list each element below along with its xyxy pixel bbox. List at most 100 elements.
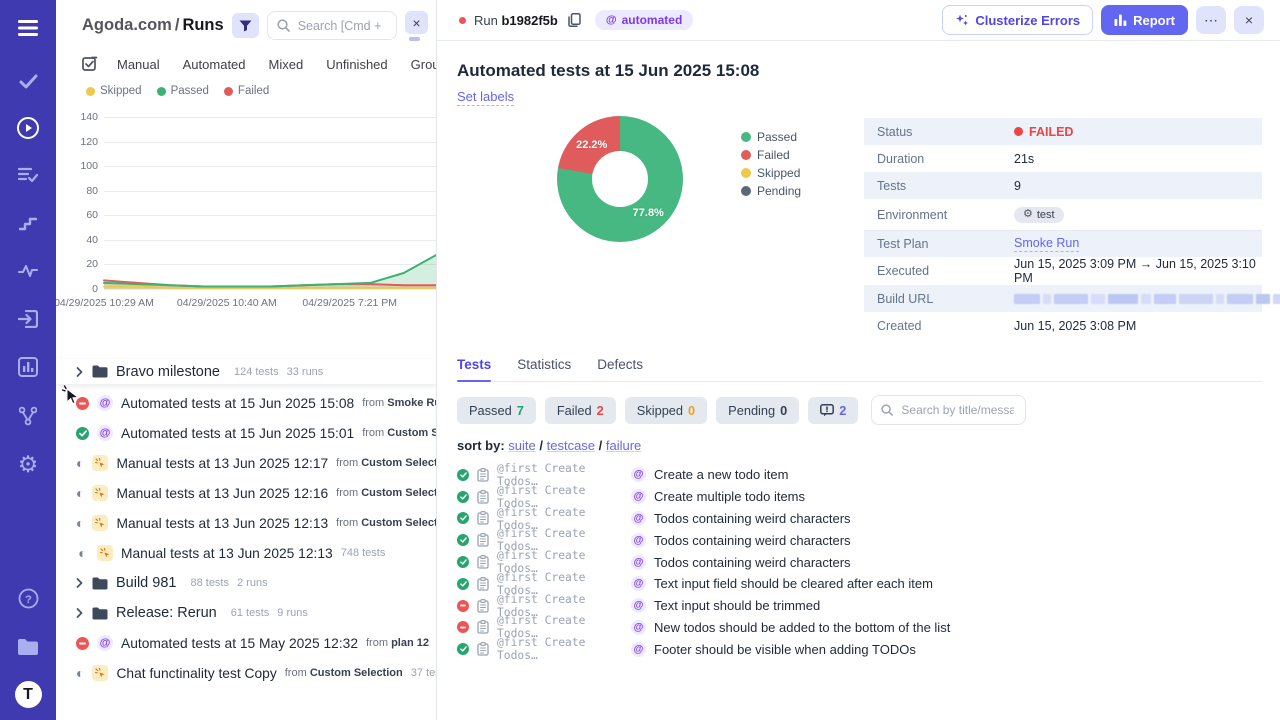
report-button[interactable]: Report: [1101, 5, 1188, 35]
pulse-icon[interactable]: [13, 256, 43, 286]
status-text: FAILED: [1029, 124, 1074, 139]
menu-icon[interactable]: [13, 13, 43, 43]
checklist-icon[interactable]: [82, 56, 98, 72]
tab-unfinished[interactable]: Unfinished: [326, 57, 387, 72]
sort-link-testcase[interactable]: testcase: [547, 438, 595, 453]
runs-play-icon[interactable]: [13, 113, 43, 143]
group-title: Bravo milestone: [116, 363, 220, 380]
run-list-item[interactable]: @ Automated tests at 15 Jun 2025 15:08 fro…: [56, 388, 436, 418]
tasks-check-icon[interactable]: [13, 66, 43, 96]
comment-icon: [820, 403, 835, 417]
filter-button[interactable]: [231, 13, 259, 38]
legend-item: Failed: [223, 85, 269, 97]
info-row: Status FAILED: [864, 118, 1262, 145]
test-list-item[interactable]: @first Create Todos… @ Create a new todo i…: [457, 462, 1262, 488]
filter-label: Failed: [556, 402, 592, 418]
help-icon[interactable]: ?: [13, 583, 43, 613]
passed-status-icon: [457, 577, 469, 590]
test-list-item[interactable]: @first Create Todos… @ New todos should be…: [457, 614, 1262, 640]
info-label: Executed: [877, 264, 930, 278]
filter-pill-pending[interactable]: Pending 0: [716, 396, 800, 424]
filter-pill-failed[interactable]: Failed 2: [544, 396, 616, 424]
test-list-item[interactable]: @first Create Todos… @ Todos containing we…: [457, 506, 1262, 532]
runs-group-row[interactable]: Build 981 88 tests 2 runs: [56, 568, 436, 598]
tab-defects[interactable]: Defects: [597, 357, 643, 381]
test-list-item[interactable]: @first Create Todos… @ Todos containing we…: [457, 549, 1262, 575]
panel-close-button[interactable]: ×: [405, 11, 428, 41]
comments-filter-pill[interactable]: 2: [808, 396, 859, 424]
info-row: Environment ⚙ test: [864, 199, 1262, 230]
passed-status-icon: [457, 468, 469, 481]
y-tick-label: 120: [80, 135, 98, 148]
import-icon[interactable]: [13, 304, 43, 334]
copy-icon[interactable]: [568, 13, 581, 27]
legend-dot: [86, 86, 95, 96]
filter-pill-passed[interactable]: Passed 7: [457, 396, 536, 424]
runs-list: Bravo milestone 124 tests 33 runs @ Automate…: [56, 359, 436, 688]
tab-groups[interactable]: Groups: [411, 57, 436, 72]
group-tests-count: 124 tests: [233, 365, 279, 378]
run-id: Run b1982f5b: [474, 12, 558, 28]
automated-run-icon: @: [631, 532, 646, 548]
runs-group-row[interactable]: Release: Rerun 61 tests 9 runs: [56, 598, 436, 628]
clusterize-errors-button[interactable]: Clusterize Errors: [942, 5, 1094, 35]
tests-search[interactable]: [871, 395, 1027, 425]
set-labels-link[interactable]: Set labels: [457, 89, 515, 106]
run-title: Automated tests at 15 May 2025 12:32: [121, 635, 358, 651]
steps-icon[interactable]: [13, 208, 43, 238]
y-tick-label: 0: [92, 283, 98, 295]
app-logo[interactable]: T: [14, 681, 42, 708]
test-title: Create a new todo item: [654, 467, 789, 483]
branches-icon[interactable]: [13, 401, 43, 431]
test-plans-icon[interactable]: [13, 160, 43, 190]
tab-tests[interactable]: Tests: [457, 357, 492, 382]
manual-run-icon: [92, 485, 109, 501]
test-list-item[interactable]: @first Create Todos… @ Todos containing we…: [457, 527, 1262, 553]
run-list-item[interactable]: ◐ Manual tests at 13 Jun 2025 12:17 from C…: [56, 448, 436, 478]
run-list-item[interactable]: ◐ Manual tests at 13 Jun 2025 12:13 from C…: [56, 508, 436, 538]
donut-legend-item: Skipped: [741, 166, 801, 180]
run-source: from Custom Selection: [336, 457, 437, 469]
filter-pill-skipped[interactable]: Skipped 0: [624, 396, 708, 424]
y-tick-label: 80: [86, 184, 98, 197]
runs-search-input[interactable]: [295, 17, 387, 34]
runs-search[interactable]: [266, 11, 397, 40]
tab-manual[interactable]: Manual: [117, 57, 160, 72]
tab-statistics[interactable]: Statistics: [517, 357, 571, 381]
tab-automated[interactable]: Automated: [183, 57, 246, 72]
legend-label: Skipped: [757, 166, 801, 180]
sort-link-failure[interactable]: failure: [606, 438, 641, 453]
settings-gear-icon[interactable]: ⚙: [13, 449, 43, 479]
projects-folder-icon[interactable]: [13, 632, 43, 662]
breadcrumb-project[interactable]: Agoda.com: [82, 16, 172, 34]
run-tests-count: 37 tests: [410, 667, 436, 679]
info-label: Build URL: [877, 291, 934, 306]
run-list-item[interactable]: ◐ Manual tests at 13 Jun 2025 12:16 from C…: [56, 478, 436, 508]
run-list-item[interactable]: @ Automated tests at 15 Jun 2025 15:01 fro…: [56, 418, 436, 448]
test-list-item[interactable]: @first Create Todos… @ Text input should b…: [457, 593, 1262, 619]
manual-run-icon: [92, 665, 109, 681]
test-list-item[interactable]: @first Create Todos… @ Text input field sh…: [457, 571, 1262, 597]
runs-group-row[interactable]: Bravo milestone 124 tests 33 runs: [56, 359, 436, 384]
detail-close-button[interactable]: ×: [1234, 6, 1264, 34]
analytics-icon[interactable]: [13, 352, 43, 382]
tests-search-input[interactable]: [899, 402, 1017, 418]
automated-tag-badge[interactable]: @ automated: [594, 10, 694, 30]
test-list-item[interactable]: @first Create Todos… @ Create multiple tod…: [457, 484, 1262, 510]
tab-mixed[interactable]: Mixed: [269, 57, 304, 72]
chevron-right-icon: [76, 578, 84, 588]
more-options-button[interactable]: ⋯: [1196, 6, 1226, 34]
in-progress-status-icon: ◐: [76, 515, 85, 531]
sort-link-suite[interactable]: suite: [508, 438, 535, 453]
test-list-item[interactable]: @first Create Todos… @ Footer should be vi…: [457, 636, 1262, 662]
chevron-right-icon: [76, 608, 84, 618]
run-list-item[interactable]: ◐ Chat functinality test Copy from Custom …: [56, 658, 436, 688]
failed-status-icon: [457, 599, 469, 612]
info-label: Created: [877, 318, 922, 333]
run-list-item[interactable]: ◐ Manual tests at 13 Jun 2025 12:13 748 te…: [56, 538, 436, 568]
legend-dot: [741, 168, 751, 178]
run-list-item[interactable]: @ Automated tests at 15 May 2025 12:32 fro…: [56, 628, 436, 658]
test-plan-link[interactable]: Smoke Run: [1014, 236, 1080, 252]
info-label: Tests: [877, 178, 907, 193]
test-title: Create multiple todo items: [654, 489, 806, 505]
